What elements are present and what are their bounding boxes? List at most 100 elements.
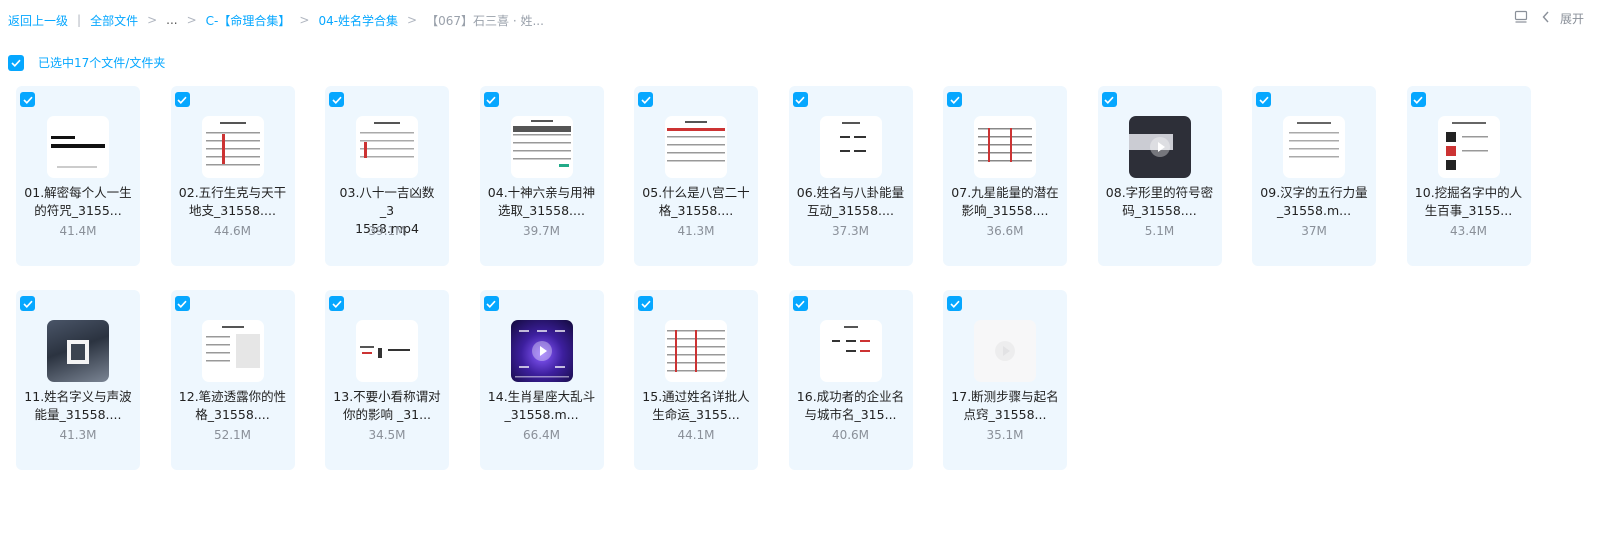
file-checkbox[interactable] xyxy=(483,296,499,311)
video-thumbnail xyxy=(356,116,418,178)
file-size: 35.1M xyxy=(986,428,1024,442)
file-checkbox[interactable] xyxy=(1101,92,1117,107)
file-card[interactable]: 03.八十一吉凶数_3 1558.mp4 39.1M xyxy=(325,86,449,266)
file-card[interactable]: 13.不要小看称谓对 你的影响 _31... 34.5M xyxy=(325,290,449,470)
expand-button[interactable]: 展开 xyxy=(1542,10,1584,27)
file-name: 06.姓名与八卦能量 互动_31558.... xyxy=(796,185,905,218)
file-size: 41.4M xyxy=(59,224,97,238)
select-all-checkbox[interactable] xyxy=(8,54,24,71)
file-name: 01.解密每个人一生 的符咒_3155... xyxy=(24,185,132,218)
file-card[interactable]: 14.生肖星座大乱斗 _31558.m... 66.4M xyxy=(479,290,604,470)
file-checkbox[interactable] xyxy=(329,296,344,311)
file-card[interactable]: 11.姓名字义与声波 能量_31558.... 41.3M xyxy=(16,290,140,470)
file-card[interactable]: 04.十神六亲与用神 选取_31558.... 39.7M xyxy=(479,86,604,266)
file-checkbox[interactable] xyxy=(947,92,962,107)
file-size: 40.6M xyxy=(831,428,870,442)
file-name: 13.不要小看称谓对 你的影响 _31... xyxy=(333,389,441,422)
file-card[interactable]: 01.解密每个人一生 的符咒_3155... 41.4M xyxy=(16,86,140,266)
file-checkbox[interactable] xyxy=(20,296,35,311)
selection-count-label: 已选中17个文件/文件夹 xyxy=(38,56,166,70)
video-thumbnail xyxy=(1437,116,1500,178)
file-name: 12.笔迹透露你的性 格_31558.... xyxy=(178,389,287,422)
file-card[interactable]: 09.汉字的五行力量 _31558.m... 37M xyxy=(1252,86,1376,266)
file-checkbox[interactable] xyxy=(638,296,653,311)
video-thumbnail xyxy=(510,320,573,382)
video-thumbnail xyxy=(1283,116,1345,178)
file-checkbox[interactable] xyxy=(947,296,962,311)
file-name: 17.断测步骤与起名 点窍_31558... xyxy=(951,389,1059,422)
file-size: 41.3M xyxy=(59,428,97,442)
video-thumbnail xyxy=(819,320,882,382)
view-controls: 展开 xyxy=(1514,10,1584,27)
file-card[interactable]: 15.通过姓名详批人 生命运_3155... 44.1M xyxy=(634,290,758,470)
file-size: 39.1M xyxy=(368,224,406,238)
file-card[interactable]: 02.五行生克与天干 地支_31558.... 44.6M xyxy=(170,86,295,266)
file-card[interactable]: 12.笔迹透露你的性 格_31558.... 52.1M xyxy=(170,290,295,470)
breadcrumb-current: 【067】石三喜 · 姓... xyxy=(426,13,544,28)
file-checkbox[interactable] xyxy=(1410,92,1426,107)
breadcrumb-divider: | xyxy=(77,13,82,27)
file-checkbox[interactable] xyxy=(20,92,35,107)
file-card[interactable]: 05.什么是八宫二十 格_31558.... 41.3M xyxy=(634,86,758,266)
video-thumbnail xyxy=(665,116,727,178)
file-card[interactable]: 16.成功者的企业名 与城市名_315... 40.6M xyxy=(788,290,913,470)
play-icon xyxy=(995,341,1015,361)
file-checkbox[interactable] xyxy=(174,92,190,107)
file-size: 52.1M xyxy=(213,428,252,442)
file-checkbox[interactable] xyxy=(792,296,808,311)
file-card[interactable]: 07.九星能量的潜在 影响_31558.... 36.6M xyxy=(943,86,1067,266)
file-name: 16.成功者的企业名 与城市名_315... xyxy=(796,389,905,422)
play-icon xyxy=(1149,137,1170,157)
breadcrumb-separator: > xyxy=(147,13,158,27)
file-checkbox[interactable] xyxy=(1256,92,1271,107)
view-toggle-icon[interactable] xyxy=(1514,10,1528,27)
video-thumbnail xyxy=(510,116,573,178)
selection-bar: 已选中17个文件/文件夹 xyxy=(8,54,165,71)
video-thumbnail xyxy=(974,116,1036,178)
file-size: 66.4M xyxy=(522,428,561,442)
video-thumbnail xyxy=(201,320,264,382)
file-name: 09.汉字的五行力量 _31558.m... xyxy=(1260,185,1368,218)
breadcrumb-level1[interactable]: C-【命理合集】 xyxy=(206,12,291,29)
breadcrumb-level2[interactable]: 04-姓名学合集 xyxy=(318,12,398,29)
file-card[interactable]: 08.字形里的符号密 码_31558.... 5.1M xyxy=(1097,86,1222,266)
file-checkbox[interactable] xyxy=(792,92,808,107)
breadcrumb: 返回上一级 | 全部文件 > ... > C-【命理合集】 > 04-姓名学合集… xyxy=(8,10,544,30)
file-size: 41.3M xyxy=(677,224,715,238)
file-name: 08.字形里的符号密 码_31558.... xyxy=(1105,185,1214,218)
file-card[interactable]: 17.断测步骤与起名 点窍_31558... 35.1M xyxy=(943,290,1067,470)
video-thumbnail xyxy=(974,320,1036,382)
video-thumbnail xyxy=(47,116,109,178)
breadcrumb-separator: > xyxy=(186,13,197,27)
video-thumbnail xyxy=(665,320,727,382)
file-grid: 01.解密每个人一生 的符咒_3155... 41.4M 02.五行生克与天干 地支… xyxy=(16,86,1531,470)
back-link[interactable]: 返回上一级 xyxy=(8,12,68,29)
breadcrumb-ellipsis[interactable]: ... xyxy=(166,13,177,27)
file-name: 02.五行生克与天干 地支_31558.... xyxy=(178,185,287,218)
chevron-left-icon xyxy=(1542,11,1550,26)
file-card[interactable]: 06.姓名与八卦能量 互动_31558.... 37.3M xyxy=(788,86,913,266)
file-checkbox[interactable] xyxy=(483,92,499,107)
file-card[interactable]: 10.挖掘名字中的人 生百事_3155... 43.4M xyxy=(1406,86,1531,266)
file-name: 11.姓名字义与声波 能量_31558.... xyxy=(24,389,132,422)
file-name: 14.生肖星座大乱斗 _31558.m... xyxy=(487,389,596,422)
file-size: 44.1M xyxy=(677,428,715,442)
file-size: 43.4M xyxy=(1449,224,1488,238)
file-name: 15.通过姓名详批人 生命运_3155... xyxy=(642,389,750,422)
breadcrumb-separator: > xyxy=(299,13,310,27)
file-size: 37.3M xyxy=(831,224,870,238)
file-name: 04.十神六亲与用神 选取_31558.... xyxy=(487,185,596,218)
file-size: 34.5M xyxy=(368,428,406,442)
video-thumbnail xyxy=(47,320,109,382)
file-name: 07.九星能量的潜在 影响_31558.... xyxy=(951,185,1059,218)
breadcrumb-all-files[interactable]: 全部文件 xyxy=(90,12,138,29)
file-size: 5.1M xyxy=(1144,224,1175,238)
file-checkbox[interactable] xyxy=(329,92,344,107)
file-size: 44.6M xyxy=(213,224,252,238)
file-checkbox[interactable] xyxy=(174,296,190,311)
file-size: 39.7M xyxy=(522,224,561,238)
breadcrumb-separator: > xyxy=(407,13,418,27)
file-name: 10.挖掘名字中的人 生百事_3155... xyxy=(1414,185,1523,218)
video-thumbnail xyxy=(201,116,264,178)
file-checkbox[interactable] xyxy=(638,92,653,107)
